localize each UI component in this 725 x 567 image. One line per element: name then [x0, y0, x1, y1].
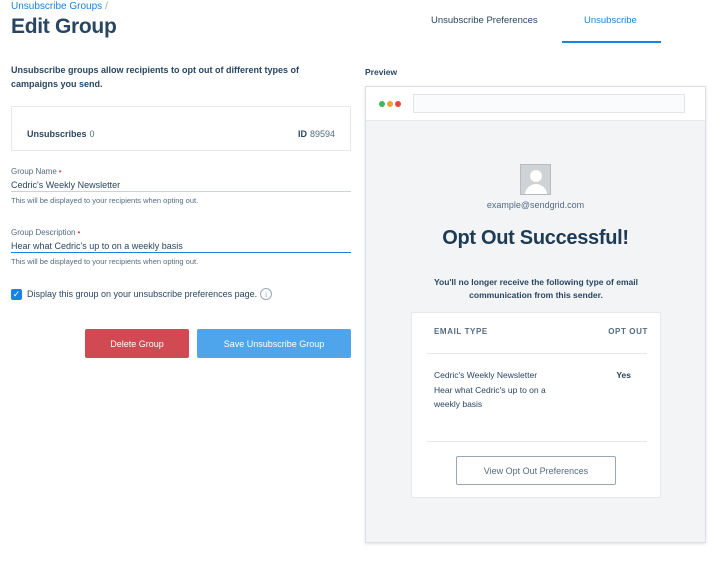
tab-bar: Unsubscribe Preferences Unsubscribe — [410, 0, 710, 44]
breadcrumb: Unsubscribe Groups / — [11, 1, 108, 12]
breadcrumb-separator: / — [105, 1, 108, 12]
opt-out-header: OPT OUT — [608, 327, 648, 336]
divider — [427, 353, 647, 354]
intro-text: Unsubscribe groups allow recipients to o… — [11, 65, 300, 89]
info-icon[interactable]: i — [260, 288, 273, 300]
display-group-checkbox[interactable]: ✓ — [11, 288, 22, 300]
required-marker: • — [58, 167, 62, 176]
page-title: Edit Group — [11, 15, 117, 38]
window-dot-yellow-icon — [387, 101, 393, 107]
email-type-name: Cedric's Weekly Newsletter — [434, 370, 538, 380]
delete-group-button[interactable]: Delete Group — [85, 329, 189, 358]
group-name-help: This will be displayed to your recipient… — [11, 196, 199, 205]
email-type-description: Hear what Cedric's up to on a weekly bas… — [434, 384, 546, 410]
unsubscribes-stat: Unsubscribes 0 — [27, 124, 95, 142]
check-icon: ✓ — [12, 288, 21, 299]
group-name-input[interactable] — [11, 176, 351, 192]
group-name-label: Group Name • — [11, 167, 62, 176]
tab-unsubscribe[interactable]: Unsubscribe — [584, 15, 637, 26]
group-id-value: 89594 — [309, 129, 335, 139]
save-unsubscribe-group-button[interactable]: Save Unsubscribe Group — [197, 329, 351, 358]
tab-unsubscribe-preferences[interactable]: Unsubscribe Preferences — [431, 15, 538, 26]
group-id-stat: ID 89594 — [298, 124, 335, 142]
email-type-cell: Cedric's Weekly Newsletter Hear what Ced… — [434, 368, 574, 412]
unsubscribes-count: 0 — [89, 129, 95, 139]
window-dot-red-icon — [395, 101, 401, 107]
preview-panel: example@sendgrid.com Opt Out Successful!… — [365, 86, 706, 543]
group-description-input[interactable] — [11, 237, 351, 253]
group-description-label: Group Description • — [11, 228, 81, 237]
preview-title: Opt Out Successful! — [442, 227, 629, 249]
required-marker: • — [77, 228, 81, 237]
group-name-field: Group Name• This will be displayed to yo… — [11, 167, 351, 205]
group-description-help: This will be displayed to your recipient… — [11, 257, 199, 266]
email-type-header: EMAIL TYPE — [434, 327, 488, 336]
divider — [427, 441, 647, 442]
preview-sender-email: example@sendgrid.com — [486, 200, 585, 210]
window-dot-green-icon — [379, 101, 385, 107]
preview-browser-bar — [366, 87, 705, 121]
user-avatar-icon — [520, 164, 551, 195]
display-group-checkbox-label[interactable]: Display this group on your unsubscribe p… — [27, 289, 257, 299]
preview-url-bar — [413, 94, 685, 113]
display-group-option: ✓ Display this group on your unsubscribe… — [11, 288, 273, 300]
preview-subtitle: You'll no longer receive the following t… — [433, 277, 638, 300]
preview-label: Preview — [365, 67, 398, 77]
preview-opt-out-card: EMAIL TYPE OPT OUT Cedric's Weekly Newsl… — [411, 312, 661, 498]
group-stats-box: Unsubscribes 0 ID 89594 — [11, 106, 351, 151]
unsubscribes-label: Unsubscribes — [27, 129, 87, 139]
view-opt-out-preferences-button[interactable]: View Opt Out Preferences — [456, 456, 616, 485]
group-id-label: ID — [297, 129, 307, 139]
group-description-field: Group Description• This will be displaye… — [11, 228, 351, 266]
breadcrumb-link-unsubscribe-groups[interactable]: Unsubscribe Groups — [11, 1, 102, 12]
active-tab-indicator — [562, 41, 661, 43]
opt-out-value: Yes — [616, 370, 631, 380]
